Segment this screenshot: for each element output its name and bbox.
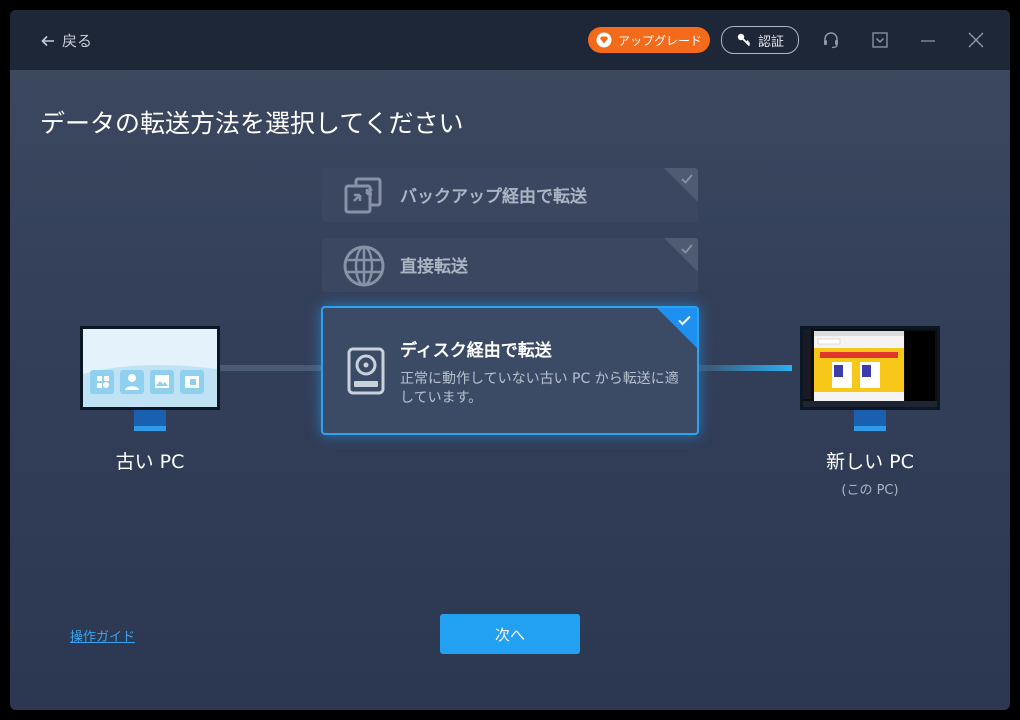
page-title: データの転送方法を選択してください: [40, 109, 464, 138]
option-disk-transfer[interactable]: ディスク経由で転送 正常に動作していない古い PC から転送に適しています。: [321, 306, 699, 435]
globe-network-icon: [343, 245, 385, 287]
option-direct-transfer[interactable]: 直接転送: [322, 238, 698, 292]
old-pc-label: 古い PC: [115, 451, 185, 473]
back-label: 戻る: [62, 32, 93, 50]
menu-dropdown-icon[interactable]: [870, 30, 890, 50]
option-label: ディスク経由で転送: [400, 341, 552, 361]
activate-label: 認証: [757, 34, 784, 50]
disk-drive-icon: [347, 347, 385, 395]
connector-line-left: [218, 365, 322, 371]
close-icon[interactable]: [966, 30, 986, 50]
app-window: 戻る アップグレード 認証 データの転送方法を選択してください バックアップ経由…: [10, 10, 1010, 710]
minimize-icon[interactable]: [918, 30, 938, 50]
upgrade-label: アップグレード: [617, 33, 702, 48]
old-pc-monitor-icon: [80, 326, 220, 431]
support-headset-icon[interactable]: [821, 30, 841, 50]
option-backup-transfer[interactable]: バックアップ経由で転送: [322, 168, 698, 222]
option-label: バックアップ経由で転送: [400, 187, 587, 207]
new-pc-label: 新しい PC: [826, 451, 914, 473]
title-bar: 戻る アップグレード 認証: [10, 10, 1010, 70]
check-icon: [681, 174, 693, 184]
option-label: 直接転送: [400, 257, 468, 277]
check-icon: [681, 244, 693, 254]
back-button[interactable]: 戻る: [40, 30, 92, 51]
diamond-icon: [596, 32, 612, 48]
backup-transfer-icon: [344, 177, 382, 214]
connector-line-right: [697, 365, 792, 371]
new-pc-monitor-icon: [800, 326, 940, 431]
option-description: 正常に動作していない古い PC から転送に適しています。: [400, 371, 679, 406]
user-guide-link[interactable]: 操作ガイド: [70, 626, 135, 645]
new-pc-sublabel: (この PC): [841, 483, 899, 498]
activate-button[interactable]: 認証: [721, 26, 799, 54]
upgrade-button[interactable]: アップグレード: [588, 27, 710, 53]
key-icon: [737, 33, 751, 47]
next-label: 次へ: [494, 625, 525, 644]
arrow-left-icon: [41, 35, 54, 46]
next-button[interactable]: 次へ: [440, 614, 580, 654]
check-icon: [678, 315, 691, 326]
